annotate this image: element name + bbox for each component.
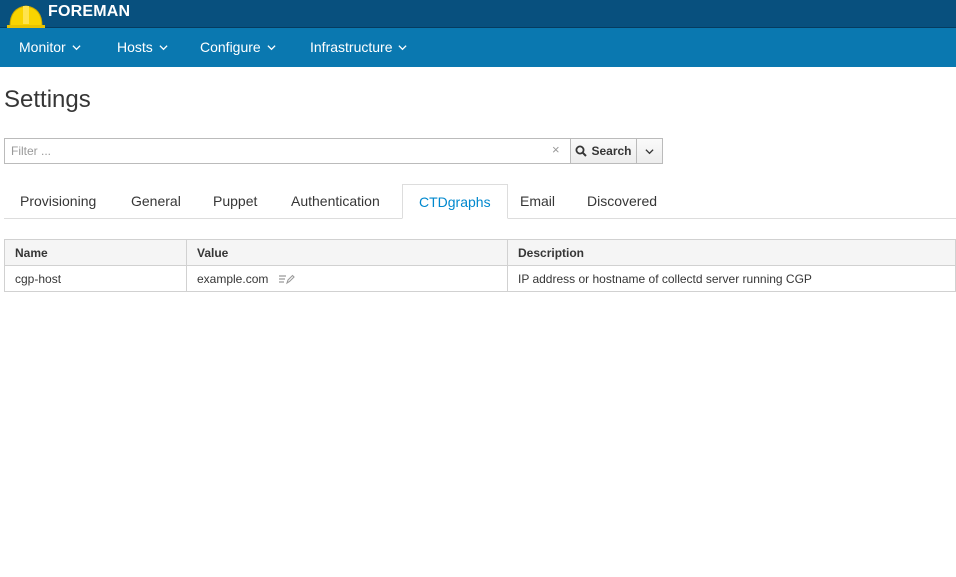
search-bar: × Search xyxy=(4,138,663,164)
search-button-label: Search xyxy=(591,144,632,158)
tab-general[interactable]: General xyxy=(115,184,197,219)
tab-ctdgraphs[interactable]: CTDgraphs xyxy=(402,184,508,219)
setting-name: cgp-host xyxy=(4,265,187,292)
nav-monitor-label: Monitor xyxy=(19,39,66,55)
table-header-row: Name Value Description xyxy=(4,239,956,266)
setting-description: IP address or hostname of collectd serve… xyxy=(507,265,956,292)
column-header-value: Value xyxy=(186,239,508,266)
search-bookmarks-dropdown[interactable] xyxy=(636,138,663,164)
chevron-down-icon xyxy=(72,45,81,51)
settings-tabs: Provisioning General Puppet Authenticati… xyxy=(4,184,956,219)
chevron-down-icon xyxy=(267,45,276,51)
brand-bar: FOREMAN xyxy=(0,0,956,31)
page-title: Settings xyxy=(4,86,91,113)
nav-infrastructure-label: Infrastructure xyxy=(310,39,393,55)
nav-hosts[interactable]: Hosts xyxy=(117,28,168,67)
nav-infrastructure[interactable]: Infrastructure xyxy=(310,28,408,67)
setting-value-cell[interactable]: example.com xyxy=(186,265,508,292)
nav-hosts-label: Hosts xyxy=(117,39,153,55)
setting-value[interactable]: example.com xyxy=(197,272,268,286)
search-button[interactable]: Search xyxy=(570,138,637,164)
clear-icon[interactable]: × xyxy=(552,142,560,157)
settings-table: Name Value Description cgp-host example.… xyxy=(4,239,956,292)
nav-monitor[interactable]: Monitor xyxy=(19,28,81,67)
tab-authentication[interactable]: Authentication xyxy=(275,184,396,219)
tab-discovered[interactable]: Discovered xyxy=(571,184,673,219)
column-header-name: Name xyxy=(4,239,187,266)
nav-configure-label: Configure xyxy=(200,39,261,55)
filter-input[interactable] xyxy=(4,138,571,164)
main-nav: Monitor Hosts Configure Infrastructure xyxy=(0,28,956,67)
column-header-description: Description xyxy=(507,239,956,266)
brand-name[interactable]: FOREMAN xyxy=(48,3,130,21)
chevron-down-icon xyxy=(398,45,408,51)
search-icon xyxy=(575,145,588,157)
tab-email[interactable]: Email xyxy=(504,184,571,219)
table-row: cgp-host example.com IP address or hostn… xyxy=(4,265,956,292)
nav-configure[interactable]: Configure xyxy=(200,28,276,67)
tab-puppet[interactable]: Puppet xyxy=(197,184,273,219)
tab-provisioning[interactable]: Provisioning xyxy=(4,184,112,219)
edit-icon[interactable] xyxy=(278,273,295,285)
chevron-down-icon xyxy=(159,45,168,51)
chevron-down-icon xyxy=(645,148,654,154)
